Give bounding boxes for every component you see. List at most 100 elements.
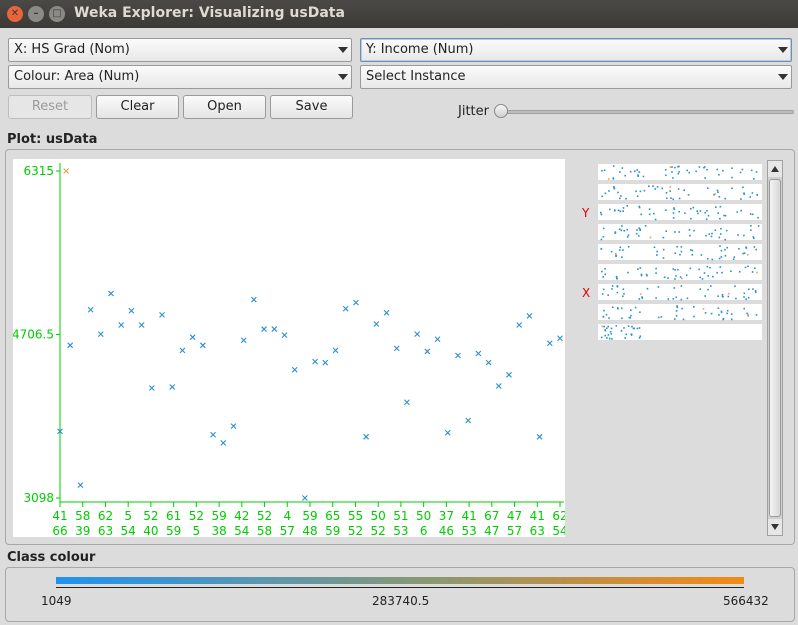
close-window-button[interactable]: ✕ [7, 6, 23, 22]
x-tick-label: 54 [234, 524, 249, 537]
mini-plot-point [603, 169, 606, 172]
mini-plot-point [689, 267, 692, 270]
x-axis-select[interactable]: X: HS Grad (Nom) [8, 38, 352, 62]
mini-plot-point [753, 237, 755, 240]
reset-button[interactable]: Reset [8, 95, 92, 119]
x-tick-label: 47 [507, 509, 522, 523]
mini-plot-point [608, 337, 611, 340]
minimize-window-button[interactable]: – [28, 6, 44, 22]
data-point [240, 337, 247, 344]
mini-plot-point [738, 248, 740, 250]
scroll-up-arrow-icon[interactable] [768, 161, 782, 177]
mini-plot-point [636, 169, 638, 171]
mini-plot-point [747, 253, 749, 256]
data-point [557, 335, 563, 342]
mini-plot-point [615, 255, 618, 257]
mini-plot-point [711, 258, 714, 261]
mini-plot-point [697, 212, 699, 215]
clear-button[interactable]: Clear [96, 95, 179, 119]
data-point [546, 340, 553, 347]
mini-plot-point [607, 294, 609, 296]
mini-plot-point [636, 229, 638, 231]
open-button[interactable]: Open [183, 95, 266, 119]
maximize-window-button[interactable]: □ [49, 6, 65, 22]
data-point [536, 433, 543, 440]
mini-plot-point [719, 266, 722, 268]
mini-plot-point [607, 325, 609, 328]
mini-plot-point [693, 315, 695, 318]
mini-plot-point [737, 234, 739, 236]
save-button[interactable]: Save [270, 95, 353, 119]
mini-plot-point [718, 314, 720, 316]
mini-plot-point [665, 197, 668, 200]
mini-plot-point [630, 334, 633, 336]
jitter-slider-track[interactable] [496, 110, 794, 114]
class-colour-gradient [56, 577, 744, 584]
mini-plot-point [616, 277, 618, 280]
mini-plot-point [684, 212, 686, 214]
scatter-plot[interactable]: 63154706.5309841 58 62 5 52 61 52 59 42 52 4 59 65 55… [12, 159, 568, 538]
chevron-down-icon [335, 39, 351, 61]
mini-plot-point [638, 171, 641, 173]
mini-plot-point [637, 268, 639, 270]
data-point [353, 299, 359, 306]
mini-plot-strip [598, 324, 762, 340]
y-axis-select[interactable]: Y: Income (Num) [360, 38, 792, 62]
mini-plot-point [707, 275, 709, 277]
mini-plot-point [724, 248, 726, 251]
mini-plot-point [701, 278, 704, 280]
mini-plot-point [674, 318, 676, 320]
mini-plot-point [723, 214, 725, 217]
window-title: Weka Explorer: Visualizing usData [74, 5, 345, 21]
mini-plot-point [638, 327, 641, 329]
mini-plot-point [619, 246, 622, 249]
mini-plot-point [601, 293, 604, 295]
mini-plot-point [673, 208, 676, 211]
scatter-plot-area[interactable]: 6315 4706.5 3098 41 58 62 5 52 61 52 59 42 52 4 59 65 55… [12, 159, 568, 538]
mini-plot-point [675, 275, 677, 277]
jitter-slider-thumb[interactable] [494, 104, 508, 118]
mini-plot-point [742, 186, 744, 189]
data-point [526, 312, 533, 319]
mini-plot-strip [598, 164, 762, 180]
mini-plot-point [622, 288, 625, 290]
mini-plot-point [600, 238, 603, 241]
data-point [322, 359, 329, 366]
mini-plot-point [636, 327, 639, 330]
x-tick-label: 59 [302, 509, 317, 523]
data-point [169, 384, 176, 390]
data-point [108, 290, 114, 297]
colour-select[interactable]: Colour: Area (Num) [8, 65, 352, 89]
mini-plot-point [750, 225, 752, 227]
select-instance-dropdown[interactable]: Select Instance [360, 65, 792, 89]
mini-plot-point [611, 338, 613, 340]
mini-plot-point [699, 276, 701, 279]
mini-plot-point [623, 327, 625, 329]
mini-plot-point [602, 236, 605, 238]
mini-plot-point [686, 169, 688, 172]
mini-plot-point [638, 227, 640, 229]
mini-plot-point [674, 252, 677, 255]
mini-plot-point [649, 236, 652, 239]
mini-plot-point [638, 298, 641, 300]
scroll-thumb[interactable] [769, 179, 781, 517]
mini-plot-point [629, 170, 632, 173]
scroll-down-arrow-icon[interactable] [768, 519, 782, 535]
mini-plot-point [609, 208, 611, 211]
mini-plot-point [751, 213, 754, 216]
mini-plot-point [739, 171, 742, 174]
mini-plot-point [720, 311, 723, 314]
mini-plot-point [676, 305, 678, 307]
mini-plot-point [606, 327, 608, 330]
mini-plot-point [616, 285, 619, 288]
mini-plot-point [600, 248, 603, 250]
data-point [342, 305, 349, 312]
data-point [424, 348, 431, 355]
data-point [485, 359, 492, 366]
mini-plots-scrollbar[interactable] [767, 160, 783, 536]
mini-plot-point [672, 217, 675, 219]
mini-plot-point [648, 208, 651, 210]
mini-plot-point [718, 257, 721, 260]
mini-plot-point [700, 254, 703, 256]
mini-plot-point [619, 210, 622, 213]
